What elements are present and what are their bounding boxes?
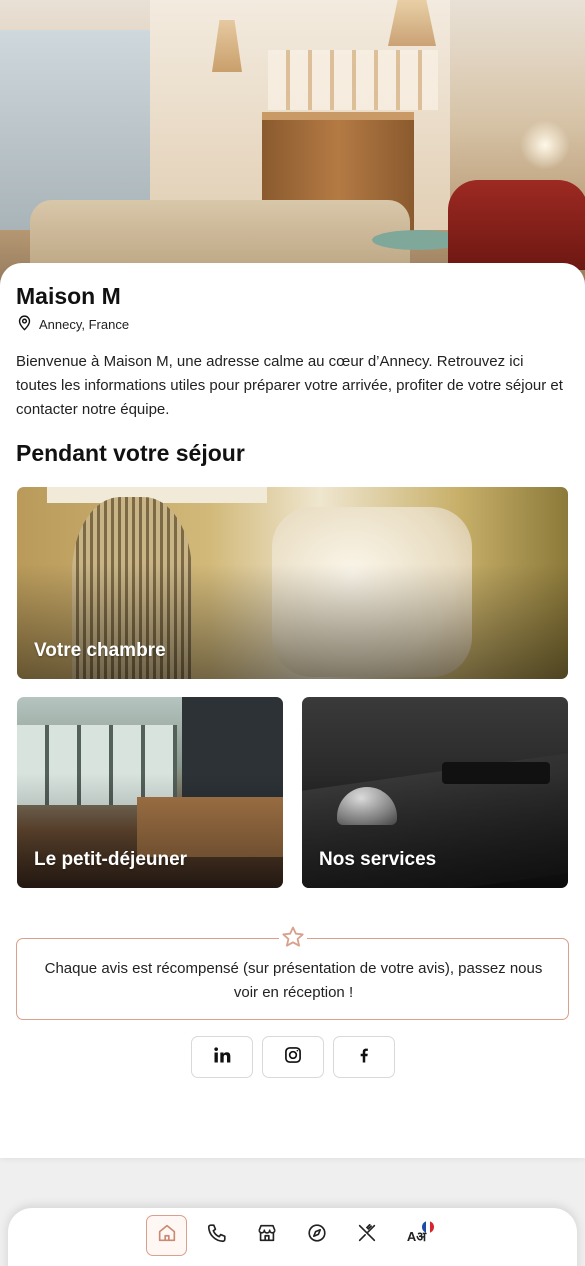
nav-phone[interactable] — [196, 1215, 237, 1256]
home-icon — [156, 1222, 178, 1249]
nav-explore[interactable] — [296, 1215, 337, 1256]
tile-breakfast[interactable]: Le petit-déjeuner — [17, 697, 283, 888]
social-links — [191, 1036, 395, 1078]
tile-room[interactable]: Votre chambre — [17, 487, 568, 679]
review-banner: Chaque avis est récompensé (sur présenta… — [16, 925, 569, 1020]
tile-room-label: Votre chambre — [34, 640, 166, 661]
phone-icon — [206, 1222, 228, 1249]
hotel-name: Maison M — [16, 283, 121, 309]
instagram-icon — [283, 1045, 303, 1070]
store-icon — [256, 1222, 278, 1249]
language-icon: Aअ — [407, 1220, 435, 1245]
hotel-location: Annecy, France — [16, 314, 129, 334]
bottom-nav: Aअ — [8, 1208, 577, 1266]
map-pin-icon — [16, 314, 33, 334]
facebook-button[interactable] — [333, 1036, 395, 1078]
nav-language[interactable]: Aअ — [396, 1215, 437, 1256]
tile-services-label: Nos services — [319, 849, 437, 870]
nav-home[interactable] — [146, 1215, 187, 1256]
linkedin-button[interactable] — [191, 1036, 253, 1078]
main-card: Maison M Annecy, France Bienvenue à Mais… — [0, 263, 585, 1158]
nav-restaurant[interactable] — [346, 1215, 387, 1256]
facebook-icon — [354, 1045, 374, 1070]
intro-text: Bienvenue à Maison M, une adresse calme … — [16, 353, 563, 418]
star-icon — [279, 925, 307, 953]
hero-image — [0, 0, 585, 300]
location-text: Annecy, France — [39, 316, 130, 332]
nav-store[interactable] — [246, 1215, 287, 1256]
section-title: Pendant votre séjour — [16, 440, 245, 466]
linkedin-icon — [212, 1045, 232, 1070]
french-flag-icon — [422, 1220, 435, 1233]
restaurant-icon — [356, 1222, 378, 1249]
tile-services[interactable]: Nos services — [302, 697, 568, 888]
instagram-button[interactable] — [262, 1036, 324, 1078]
tile-breakfast-label: Le petit-déjeuner — [34, 849, 188, 870]
review-text: Chaque avis est récompensé (sur présenta… — [44, 960, 543, 1001]
compass-icon — [306, 1222, 328, 1249]
